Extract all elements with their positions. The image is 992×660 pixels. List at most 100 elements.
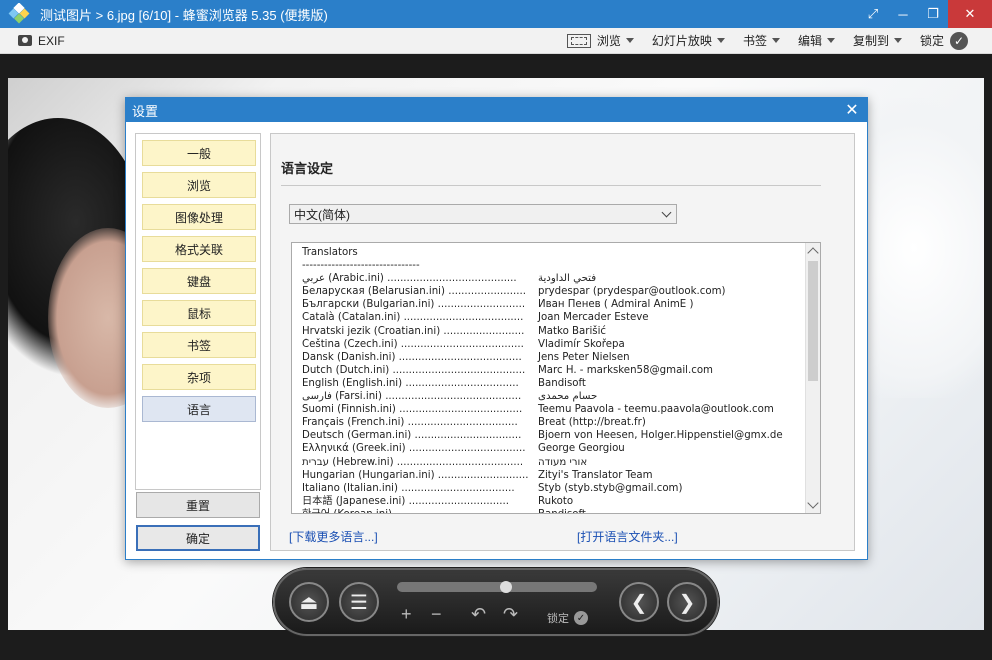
list-item: Hrvatski jezik (Croatian.ini) ..........… (302, 325, 802, 338)
slider-knob[interactable] (500, 581, 513, 593)
fullscreen-frame-icon (566, 33, 591, 48)
progress-slider[interactable] (397, 581, 597, 593)
menu-slideshow[interactable]: 幻灯片放映 (652, 32, 725, 49)
list-item: Ελληνικά (Greek.ini) ...................… (302, 442, 802, 455)
exif-label: EXIF (38, 33, 65, 48)
check-circle-icon: ✓ (574, 611, 588, 625)
translator-language: Hrvatski jezik (Croatian.ini) ..........… (302, 325, 525, 337)
list-item: Deutsch (German.ini) ...................… (302, 429, 802, 442)
translator-language: Dutch (Dutch.ini) ......................… (302, 364, 526, 376)
translator-name: Zityi's Translator Team (538, 469, 653, 481)
minimize-button[interactable]: ─ (888, 0, 918, 28)
list-item: Suomi (Finnish.ini) ....................… (302, 403, 802, 416)
translator-language: Hungarian (Hungarian.ini) ..............… (302, 469, 529, 481)
translator-name: Bandisoft (538, 377, 586, 389)
list-item: Dansk (Danish.ini) .....................… (302, 351, 802, 364)
camera-icon (18, 35, 32, 46)
menu-browse-label: 浏览 (596, 34, 621, 48)
list-item: עברית (Hebrew.ini) .....................… (302, 456, 802, 469)
nav-item-mouse[interactable]: 鼠标 (142, 300, 256, 326)
list-header: Translators (302, 247, 358, 258)
menu-copy-to[interactable]: 复制到 (853, 32, 902, 49)
chevron-down-icon (716, 38, 725, 43)
chevron-down-icon (771, 38, 780, 43)
translator-language: Italiano (Italian.ini) .................… (302, 482, 515, 494)
chevron-down-icon (661, 207, 672, 218)
menu-edit[interactable]: 编辑 (798, 32, 835, 49)
menu-copy-to-label: 复制到 (852, 34, 889, 48)
nav-item-misc[interactable]: 杂项 (142, 364, 256, 390)
scroll-thumb[interactable] (808, 261, 818, 381)
maximize-button[interactable]: ❐ (918, 0, 948, 28)
next-button[interactable]: ❯ (667, 582, 707, 622)
translator-language: 한국어 (Korean.ini) .......................… (302, 508, 538, 513)
zoom-out-icon[interactable]: − (431, 604, 442, 625)
nav-item-keyboard[interactable]: 键盘 (142, 268, 256, 294)
translator-language: Deutsch (German.ini) ...................… (302, 430, 522, 442)
scroll-up-icon[interactable] (807, 247, 819, 259)
previous-button[interactable]: ❮ (619, 582, 659, 622)
menu-bookmarks[interactable]: 书签 (743, 32, 780, 49)
nav-item-file-association[interactable]: 格式关联 (142, 236, 256, 262)
reset-button[interactable]: 重置 (136, 492, 260, 518)
list-item: فارسی (Farsi.ini) ......................… (302, 390, 802, 403)
translator-name: Marc H. - marksken58@gmail.com (538, 364, 713, 376)
eject-icon: ⏏ (299, 591, 319, 614)
fullscreen-button[interactable]: ⤢ (858, 0, 888, 28)
exif-button[interactable]: EXIF (18, 34, 65, 48)
chevron-down-icon (893, 38, 902, 43)
nav-item-browse[interactable]: 浏览 (142, 172, 256, 198)
list-item: English (English.ini) ..................… (302, 377, 802, 390)
list-separator: -------------------------------- (302, 260, 420, 272)
translator-name: Rukoto (538, 495, 574, 507)
menu-button[interactable]: ☰ (339, 582, 379, 622)
lock-label: 锁定 (919, 34, 944, 48)
menu-slideshow-label: 幻灯片放映 (651, 34, 712, 48)
list-item: Italiano (Italian.ini) .................… (302, 482, 802, 495)
translator-name: אורי מעודה (538, 456, 588, 468)
translators-list[interactable]: Translators ----------------------------… (291, 242, 821, 514)
chevron-right-icon: ❯ (678, 591, 696, 614)
list-item: Čeština (Czech.ini) ....................… (302, 338, 802, 351)
player-controls: ⏏ ☰ + − ↶ ↷ 锁定 ✓ ❮ ❯ (273, 568, 719, 636)
translator-name: Иван Пенев ( Admiral AnimE ) (538, 299, 694, 311)
nav-item-language[interactable]: 语言 (142, 396, 256, 422)
list-item: عربي (Arabic.ini) ......................… (302, 272, 802, 285)
language-select-value: 中文(简体) (294, 207, 350, 222)
menu-bookmarks-label: 书签 (742, 34, 767, 48)
window-titlebar: 测试图片 > 6.jpg [6/10] - 蜂蜜浏览器 5.35 (便携版) ⤢… (0, 0, 992, 28)
translators-rows: Translators ----------------------------… (302, 246, 802, 513)
download-languages-link[interactable]: [下载更多语言...] (289, 528, 378, 545)
lock-toggle[interactable]: 锁定 ✓ (919, 31, 968, 50)
ok-button[interactable]: 确定 (136, 525, 260, 551)
open-language-folder-link[interactable]: [打开语言文件夹...] (577, 528, 678, 545)
rotate-left-icon[interactable]: ↶ (471, 604, 486, 625)
translator-name: Styb (styb.styb@gmail.com) (538, 482, 683, 494)
rotate-right-icon[interactable]: ↷ (503, 604, 518, 625)
close-icon[interactable]: ✕ (837, 100, 867, 120)
close-window-button[interactable]: ✕ (948, 0, 992, 28)
translator-language: Dansk (Danish.ini) .....................… (302, 351, 522, 363)
eject-button[interactable]: ⏏ (289, 582, 329, 622)
nav-item-image-processing[interactable]: 图像处理 (142, 204, 256, 230)
translator-language: عربي (Arabic.ini) ......................… (302, 273, 517, 285)
chevron-down-icon (826, 38, 835, 43)
list-item: 日本語 (Japanese.ini) .....................… (302, 495, 802, 508)
scroll-down-icon[interactable] (807, 497, 819, 509)
player-lock-label: 锁定 (547, 613, 569, 625)
settings-nav: 一般 浏览 图像处理 格式关联 键盘 鼠标 书签 杂项 语言 (135, 133, 261, 490)
translator-language: Беларуская (Belarusian.ini) ............… (302, 286, 526, 298)
language-select[interactable]: 中文(简体) (289, 204, 677, 224)
translator-name: Breat (http://breat.fr) (538, 417, 646, 429)
chevron-down-icon (625, 38, 634, 43)
translator-name: Bjoern von Heesen, Holger.Hippenstiel@gm… (538, 430, 783, 442)
translator-name: prydespar (prydespar@outlook.com) (538, 286, 726, 298)
nav-item-bookmarks[interactable]: 书签 (142, 332, 256, 358)
list-scrollbar[interactable] (805, 243, 820, 513)
menu-browse[interactable]: 浏览 (566, 32, 634, 49)
player-lock-toggle[interactable]: 锁定 ✓ (547, 610, 588, 626)
zoom-in-icon[interactable]: + (401, 604, 412, 625)
translator-name: George Georgiou (538, 443, 625, 455)
check-circle-icon: ✓ (950, 31, 968, 50)
nav-item-general[interactable]: 一般 (142, 140, 256, 166)
